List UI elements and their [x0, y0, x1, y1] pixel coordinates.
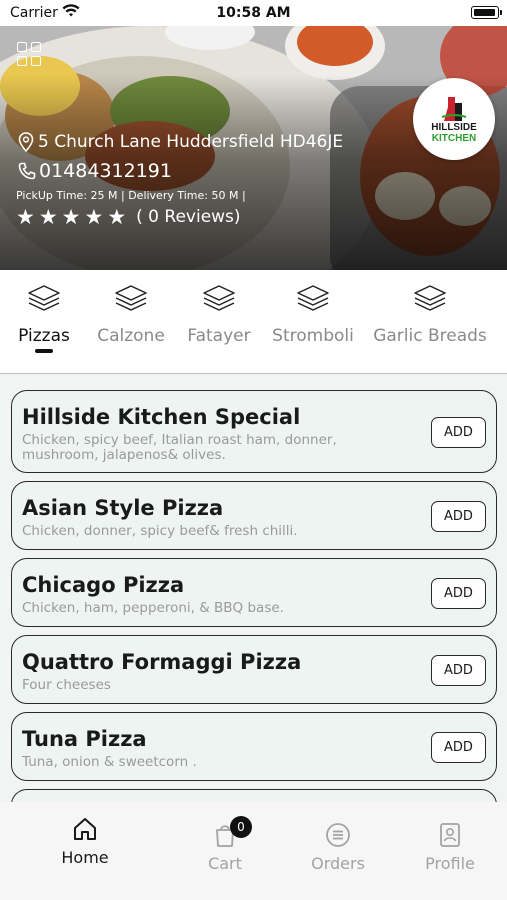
- category-tab-stromboli[interactable]: Stromboli: [271, 284, 355, 364]
- add-button[interactable]: ADD: [431, 417, 486, 448]
- category-tab-fatayer[interactable]: Fatayer: [186, 284, 252, 364]
- home-icon: [74, 818, 96, 840]
- logo-text-kitchen: KITCHEN: [431, 132, 477, 144]
- menu-item-description: Chicken, donner, spicy beef& fresh chill…: [22, 523, 298, 539]
- menu-item-title: Tuna Pizza: [22, 727, 147, 751]
- add-button[interactable]: ADD: [431, 501, 486, 532]
- menu-item-description: Chicken, ham, pepperoni, & BBQ base.: [22, 600, 284, 616]
- reviews-count: ( 0 Reviews): [136, 207, 241, 227]
- address-row[interactable]: 5 Church Lane Huddersfield HD46JE: [18, 132, 343, 152]
- status-bar: Carrier 10:58 AM: [0, 0, 507, 26]
- grid-icon: [17, 42, 27, 52]
- tab-cart[interactable]: 0 Cart: [175, 816, 275, 873]
- category-tab-garlic-breads[interactable]: Garlic Breads: [373, 284, 487, 364]
- tab-orders[interactable]: Orders: [288, 822, 388, 873]
- layers-icon: [28, 285, 60, 311]
- layers-icon: [203, 285, 235, 311]
- rating-row[interactable]: ★ ★ ★ ★ ★ ( 0 Reviews): [16, 206, 241, 228]
- layers-icon: [297, 285, 329, 311]
- layers-icon: [115, 285, 147, 311]
- battery-icon: [471, 6, 502, 19]
- category-tab-calzone[interactable]: Calzone: [96, 284, 166, 364]
- category-tabs: Pizzas Calzone Fatayer Stromboli Garlic …: [0, 270, 507, 374]
- restaurant-logo: HILLSIDE KITCHEN: [413, 78, 495, 160]
- active-tab-indicator: [35, 349, 53, 353]
- cart-icon-wrap: 0: [212, 816, 252, 848]
- tab-profile[interactable]: Profile: [400, 822, 500, 873]
- category-label: Stromboli: [272, 326, 354, 346]
- menu-item-title: Chicago Pizza: [22, 573, 185, 597]
- bottom-tab-bar: Home 0 Cart Orders Profile: [0, 802, 507, 900]
- tab-home[interactable]: Home: [35, 816, 135, 867]
- menu-item-card[interactable]: Hillside Kitchen Special Chicken, spicy …: [11, 390, 497, 473]
- logo-text-hillside: HILLSIDE: [431, 121, 477, 133]
- pickup-delivery-times: PickUp Time: 25 M | Delivery Time: 50 M …: [16, 189, 246, 202]
- orders-icon: [326, 823, 350, 847]
- tab-label: Profile: [425, 854, 475, 873]
- profile-icon: [440, 823, 460, 847]
- add-button[interactable]: ADD: [431, 578, 486, 609]
- logo-building-icon: [441, 96, 467, 121]
- location-pin-icon: [18, 132, 34, 152]
- menu-item-description: Chicken, spicy beef, Italian roast ham, …: [22, 432, 337, 463]
- menu-grid-button[interactable]: [17, 42, 43, 68]
- menu-item-card[interactable]: Asian Style Pizza Chicken, donner, spicy…: [11, 481, 497, 550]
- menu-item-title: Quattro Formaggi Pizza: [22, 650, 302, 674]
- add-button[interactable]: ADD: [431, 732, 486, 763]
- menu-item-card[interactable]: Quattro Formaggi Pizza Four cheeses ADD: [11, 635, 497, 704]
- star-icon: ★: [84, 205, 104, 229]
- star-icon: ★: [107, 205, 127, 229]
- status-time: 10:58 AM: [216, 5, 291, 21]
- menu-item-list[interactable]: Hillside Kitchen Special Chicken, spicy …: [0, 374, 507, 802]
- add-button[interactable]: ADD: [431, 655, 486, 686]
- menu-item-description: Four cheeses: [22, 677, 111, 693]
- cart-badge: 0: [230, 816, 252, 838]
- tab-label: Orders: [311, 854, 365, 873]
- layers-icon: [414, 285, 446, 311]
- category-label: Calzone: [97, 326, 165, 346]
- restaurant-hero: HILLSIDE KITCHEN 5 Church Lane Huddersfi…: [0, 26, 507, 270]
- category-label: Garlic Breads: [373, 326, 487, 346]
- menu-item-card[interactable]: Tuna Pizza Tuna, onion & sweetcorn . ADD: [11, 712, 497, 781]
- star-icon: ★: [61, 205, 81, 229]
- tab-label: Home: [61, 848, 109, 867]
- menu-item-title: Hillside Kitchen Special: [22, 405, 301, 429]
- category-label: Pizzas: [18, 326, 70, 346]
- category-tab-pizzas[interactable]: Pizzas: [12, 284, 76, 364]
- menu-item-card-partial[interactable]: [11, 789, 497, 802]
- restaurant-address: 5 Church Lane Huddersfield HD46JE: [38, 132, 344, 152]
- category-label: Fatayer: [187, 326, 251, 346]
- phone-row[interactable]: 01484312191: [18, 160, 172, 182]
- menu-item-description: Tuna, onion & sweetcorn .: [22, 754, 197, 770]
- menu-item-card[interactable]: Chicago Pizza Chicken, ham, pepperoni, &…: [11, 558, 497, 627]
- phone-icon: [18, 162, 36, 180]
- star-icon: ★: [16, 205, 35, 229]
- tab-label: Cart: [208, 854, 242, 873]
- star-icon: ★: [38, 205, 58, 229]
- menu-item-title: Asian Style Pizza: [22, 496, 224, 520]
- restaurant-phone: 01484312191: [39, 160, 172, 182]
